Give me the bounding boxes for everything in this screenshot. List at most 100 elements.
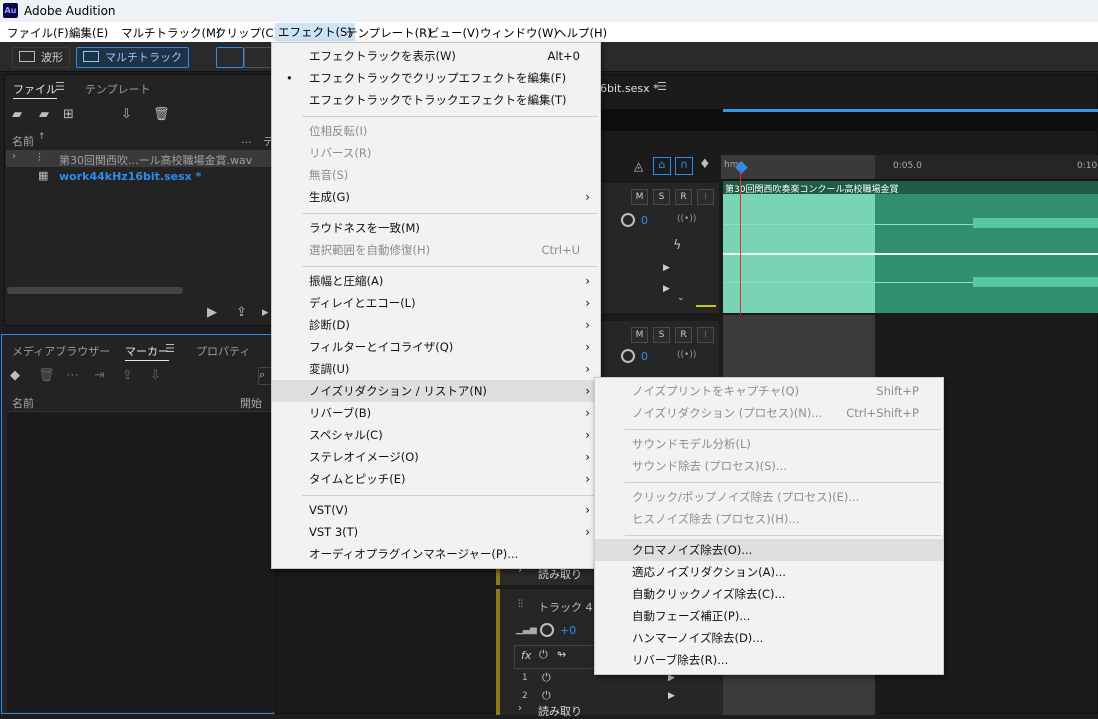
power-icon[interactable]: ⏻ (539, 648, 548, 662)
volume-value[interactable]: 0 (641, 350, 648, 363)
input-monitor-button[interactable]: I (697, 189, 714, 205)
menu-item-dehummer[interactable]: ハンマーノイズ除去(D)... (595, 627, 943, 649)
chevron-down-icon[interactable]: ⌄ (677, 293, 685, 303)
import-icon[interactable]: ▰ (39, 108, 49, 122)
magnet-icon[interactable]: ∩ (675, 157, 693, 175)
menu-clip[interactable]: クリップ(C) (215, 25, 278, 41)
volume-knob[interactable] (621, 349, 635, 363)
delete-icon[interactable]: 🗑 (153, 108, 170, 122)
menu-item-noise-reduction[interactable]: ノイズリダクション / リストア(N) › (272, 380, 600, 402)
menu-item-delay-echo[interactable]: ディレイとエコー(L) › (272, 292, 600, 314)
panel-menu-icon[interactable]: ☰ (55, 80, 65, 94)
menu-item-reverb[interactable]: リバーブ(B) › (272, 402, 600, 424)
multitrack-view-button[interactable]: マルチトラック (76, 47, 189, 68)
col-name[interactable]: 名前 (12, 133, 34, 149)
mute-button[interactable]: M (631, 189, 648, 205)
menu-view[interactable]: ビュー(V) (428, 25, 479, 41)
overview-bar[interactable] (587, 109, 1098, 131)
menu-item-adaptive-noise-reduction[interactable]: 適応ノイズリダクション(A)... (595, 561, 943, 583)
menu-item-dereverb[interactable]: リバーブ除去(R)... (595, 649, 943, 671)
menu-item-auto-click-remover[interactable]: 自動クリックノイズ除去(C)... (595, 583, 943, 605)
menu-item-generate[interactable]: 生成(G) › (272, 186, 600, 208)
tab-properties[interactable]: プロパティ (196, 343, 250, 359)
waveform-view-button[interactable]: 波形 (12, 47, 70, 68)
export-icon[interactable]: ⇪ (236, 306, 247, 320)
pitch-view-icon[interactable] (244, 47, 272, 68)
power-icon[interactable]: ⏻ (542, 689, 551, 703)
tab-media-browser[interactable]: メディアブラウザー (12, 343, 110, 359)
record-button[interactable]: R (675, 189, 692, 205)
menu-item-time-pitch[interactable]: タイムとピッチ(E) › (272, 468, 600, 490)
slot-arrow-icon[interactable]: ▶ (663, 284, 670, 294)
menu-item-plugin-manager[interactable]: オーディオプラグインマネージャー(P)... (272, 543, 600, 565)
marker-icon[interactable]: ◆ (10, 369, 20, 383)
horizontal-scrollbar[interactable] (7, 287, 183, 294)
editor-tab-title[interactable]: 6bit.sesx * (600, 82, 659, 95)
slot-arrow-icon[interactable]: ▶ (663, 263, 670, 273)
menu-item-edit-clip-effects[interactable]: • エフェクトラックでクリップエフェクトを編集(F) (272, 67, 600, 89)
menu-item-show-effects-rack[interactable]: エフェクトラックを表示(W) Alt+0 (272, 45, 600, 67)
volume-knob[interactable] (621, 213, 635, 227)
expand-chevron-icon[interactable]: › (12, 151, 16, 162)
chevron-right-icon[interactable]: › (518, 703, 522, 714)
menu-window[interactable]: ウィンドウ(W) (480, 25, 558, 41)
col-start[interactable]: 開始 (240, 395, 262, 411)
open-folder-icon[interactable]: ▰ (12, 108, 22, 122)
audio-clip[interactable]: 第30回関西吹奏楽コンクール高校職場金賞 (723, 181, 1098, 313)
menu-item-dechroma[interactable]: クロマノイズ除去(O)... (595, 539, 943, 561)
pin-icon[interactable]: ♦ (699, 158, 711, 172)
col-name[interactable]: 名前 (12, 395, 34, 411)
slot-arrow-icon[interactable]: ▶ (668, 691, 675, 701)
menu-item-diagnostics[interactable]: 診断(D) › (272, 314, 600, 336)
tab-files[interactable]: ファイル (13, 81, 57, 99)
volume-value[interactable]: 0 (641, 214, 648, 227)
menu-item-match-loudness[interactable]: ラウドネスを一致(M) (272, 217, 600, 239)
track-name[interactable]: トラック 4 (538, 599, 593, 615)
solo-button[interactable]: S (653, 189, 670, 205)
multitrack-label: マルチトラック (105, 51, 182, 64)
play-icon[interactable]: ▶ (207, 306, 217, 320)
fx-label[interactable]: fx (521, 649, 531, 662)
record-button[interactable]: R (675, 327, 692, 343)
tab-marker[interactable]: マーカー (125, 343, 169, 361)
automation-mode[interactable]: 読み取り (538, 703, 582, 719)
menu-item-modulation[interactable]: 変調(U) › (272, 358, 600, 380)
menu-item-filter-eq[interactable]: フィルターとイコライザ(Q) › (272, 336, 600, 358)
file-row[interactable]: ▦ work44kHz16bit.sesx * (6, 168, 272, 185)
menu-edit[interactable]: 編集(E) (69, 25, 108, 41)
metronome-icon[interactable]: ◬ (634, 159, 643, 173)
volume-value[interactable]: +0 (560, 624, 576, 637)
menu-item-stereo-imagery[interactable]: ステレオイメージ(O) › (272, 446, 600, 468)
menu-item-vst[interactable]: VST(V) › (272, 499, 600, 521)
menu-item-special[interactable]: スペシャル(C) › (272, 424, 600, 446)
menu-item-amplitude[interactable]: 振幅と圧縮(A) › (272, 270, 600, 292)
power-icon[interactable]: ⏻ (542, 671, 551, 685)
spectral-view-icon[interactable] (216, 47, 244, 68)
file-row[interactable]: › ⫶ 第30回関西吹...ール高校職場金賞.wav (6, 150, 272, 167)
input-monitor-button[interactable]: I (697, 327, 714, 343)
menu-file[interactable]: ファイル(F) (7, 25, 69, 41)
time-ruler[interactable]: hms 0:05.0 0:10 (721, 155, 1098, 180)
solo-button[interactable]: S (653, 327, 670, 343)
snap-icon[interactable]: ⌂ (653, 157, 671, 175)
zoom-range-bar[interactable] (723, 109, 1098, 112)
mute-button[interactable]: M (631, 327, 648, 343)
insert-icon[interactable]: ⇩ (121, 108, 132, 122)
panel-menu-icon[interactable]: ☰ (657, 80, 667, 94)
session-file-icon: ▦ (38, 169, 49, 182)
marker-list[interactable] (7, 411, 275, 712)
menu-help[interactable]: ヘルプ(H) (555, 25, 607, 41)
panel-menu-icon[interactable]: ☰ (165, 342, 175, 356)
menu-template[interactable]: テンプレート(R) (346, 25, 432, 41)
menu-effects[interactable]: エフェクト(S) (275, 23, 355, 41)
menu-item-edit-track-effects[interactable]: エフェクトラックでトラックエフェクトを編集(T) (272, 89, 600, 111)
fx-power-icon[interactable]: ϟ (673, 239, 682, 253)
volume-knob[interactable] (540, 623, 554, 637)
new-file-icon[interactable]: ⊞ (63, 108, 74, 122)
tab-template[interactable]: テンプレート (85, 81, 151, 97)
step-icon[interactable]: ▸ (262, 306, 269, 320)
menu-item-vst3[interactable]: VST 3(T) › (272, 521, 600, 543)
fx-input-icon[interactable]: ↬ (557, 648, 566, 661)
menu-item-auto-phase-correction[interactable]: 自動フェーズ補正(P)... (595, 605, 943, 627)
menu-multitrack[interactable]: マルチトラック(M) (121, 25, 220, 41)
